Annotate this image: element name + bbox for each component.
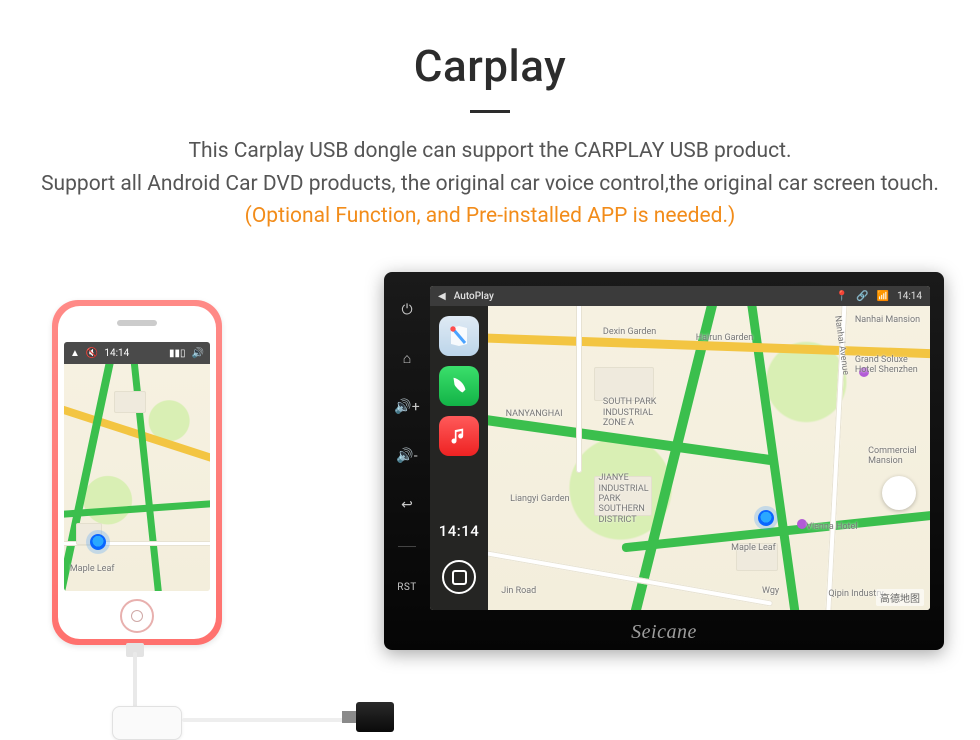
phone-screen: ▲ 🔇 14:14 ▮▮▯ 🔊 Maple Leaf (64, 342, 210, 591)
gps-icon: 📍 (836, 291, 848, 302)
phone-icon (448, 375, 470, 397)
carplay-map[interactable]: Dexin Garden Hairun Garden NANYANGHAI SO… (488, 306, 930, 610)
unit-brand-label: Seicane (384, 621, 944, 644)
back-hard-button[interactable]: ↩ (401, 498, 413, 512)
unit-hard-buttons: ⏻ ⌂ 🔊+ 🔊- ↩ RST (384, 286, 430, 610)
status-clock: 14:14 (897, 291, 922, 302)
map-label-liangyi: Liangyi Garden (510, 494, 569, 504)
signal-icon: ▮▮▯ (169, 348, 186, 359)
link-icon: 🔗 (856, 291, 868, 302)
music-icon (449, 426, 469, 446)
home-button[interactable]: ⌂ (403, 352, 411, 366)
lightning-cable (133, 652, 137, 712)
map-label-vienna: Vienna Hotel (806, 522, 857, 532)
map-label-jinroad: Jin Road (501, 586, 536, 596)
nav-arrow-icon: ▲ (70, 348, 80, 359)
map-attribution: 高德地图 (876, 589, 924, 606)
usb-cable (182, 718, 362, 722)
map-label-jianye: JIANYE INDUSTRIAL PARK SOUTHERN DISTRICT (599, 473, 649, 525)
map-label-dexin: Dexin Garden (603, 327, 656, 337)
iphone-device: ▲ 🔇 14:14 ▮▮▯ 🔊 Maple Leaf (52, 300, 222, 645)
hero-description: This Carplay USB dongle can support the … (20, 135, 960, 233)
usb-adapter (112, 706, 182, 740)
signal-icon: 📶 (877, 291, 889, 302)
vol-down-button[interactable]: 🔊- (396, 449, 417, 463)
unit-screen: ◀ AutoPlay 📍 🔗 📶 14:14 (430, 286, 930, 610)
compass-button[interactable] (882, 476, 916, 510)
phone-clock: 14:14 (104, 348, 129, 359)
vol-up-button[interactable]: 🔊+ (394, 400, 419, 414)
map-label-wgy: Wgy (762, 586, 779, 596)
product-scene: ▲ 🔇 14:14 ▮▮▯ 🔊 Maple Leaf (0, 300, 980, 736)
status-app-title: AutoPlay (454, 291, 494, 302)
carplay-home-button[interactable] (442, 560, 476, 594)
dock-app-phone[interactable] (439, 366, 479, 406)
map-label-soluxe: Grand Soluxe Hotel Shenzhen (855, 355, 918, 376)
map-label-commercial: Commercial Mansion (868, 446, 917, 467)
car-head-unit: ⏻ ⌂ 🔊+ 🔊- ↩ RST ◀ AutoPlay 📍 🔗 📶 14:14 (384, 272, 944, 650)
hero-note: (Optional Function, and Pre-installed AP… (245, 204, 736, 228)
reset-button[interactable]: RST (397, 582, 417, 593)
title-underline (470, 110, 510, 113)
map-label-hairun: Hairun Garden (696, 333, 754, 343)
android-status-bar: ◀ AutoPlay 📍 🔗 📶 14:14 (430, 286, 930, 306)
current-location-pin (758, 510, 774, 526)
map-label-nanhai-mansion: Nanhai Mansion (855, 315, 920, 325)
dock-app-music[interactable] (439, 416, 479, 456)
phone-status-bar: ▲ 🔇 14:14 ▮▮▯ 🔊 (64, 342, 210, 364)
hero-body-text: This Carplay USB dongle can support the … (41, 139, 939, 196)
dock-app-maps[interactable] (439, 316, 479, 356)
page-title: Carplay (0, 40, 980, 92)
power-button[interactable]: ⏻ (401, 303, 412, 317)
map-label-maple: Maple Leaf (731, 543, 776, 553)
phone-location-pin (90, 534, 106, 550)
phone-map[interactable]: Maple Leaf (64, 364, 210, 591)
mute-icon: 🔇 (86, 348, 98, 359)
phone-map-label: Maple Leaf (70, 564, 115, 574)
phone-speaker (117, 320, 157, 326)
volume-icon: 🔊 (192, 348, 204, 359)
maps-icon (447, 324, 471, 348)
carplay-dock: 14:14 (430, 306, 488, 610)
phone-home-button[interactable] (120, 599, 154, 633)
side-separator (398, 546, 416, 547)
dock-clock: 14:14 (439, 522, 480, 540)
map-label-nanyanghai: NANYANGHAI (506, 409, 563, 419)
map-label-southpark: SOUTH PARK INDUSTRIAL ZONE A (603, 397, 657, 428)
status-back-icon[interactable]: ◀ (438, 291, 446, 302)
usb-a-plug (356, 702, 394, 732)
